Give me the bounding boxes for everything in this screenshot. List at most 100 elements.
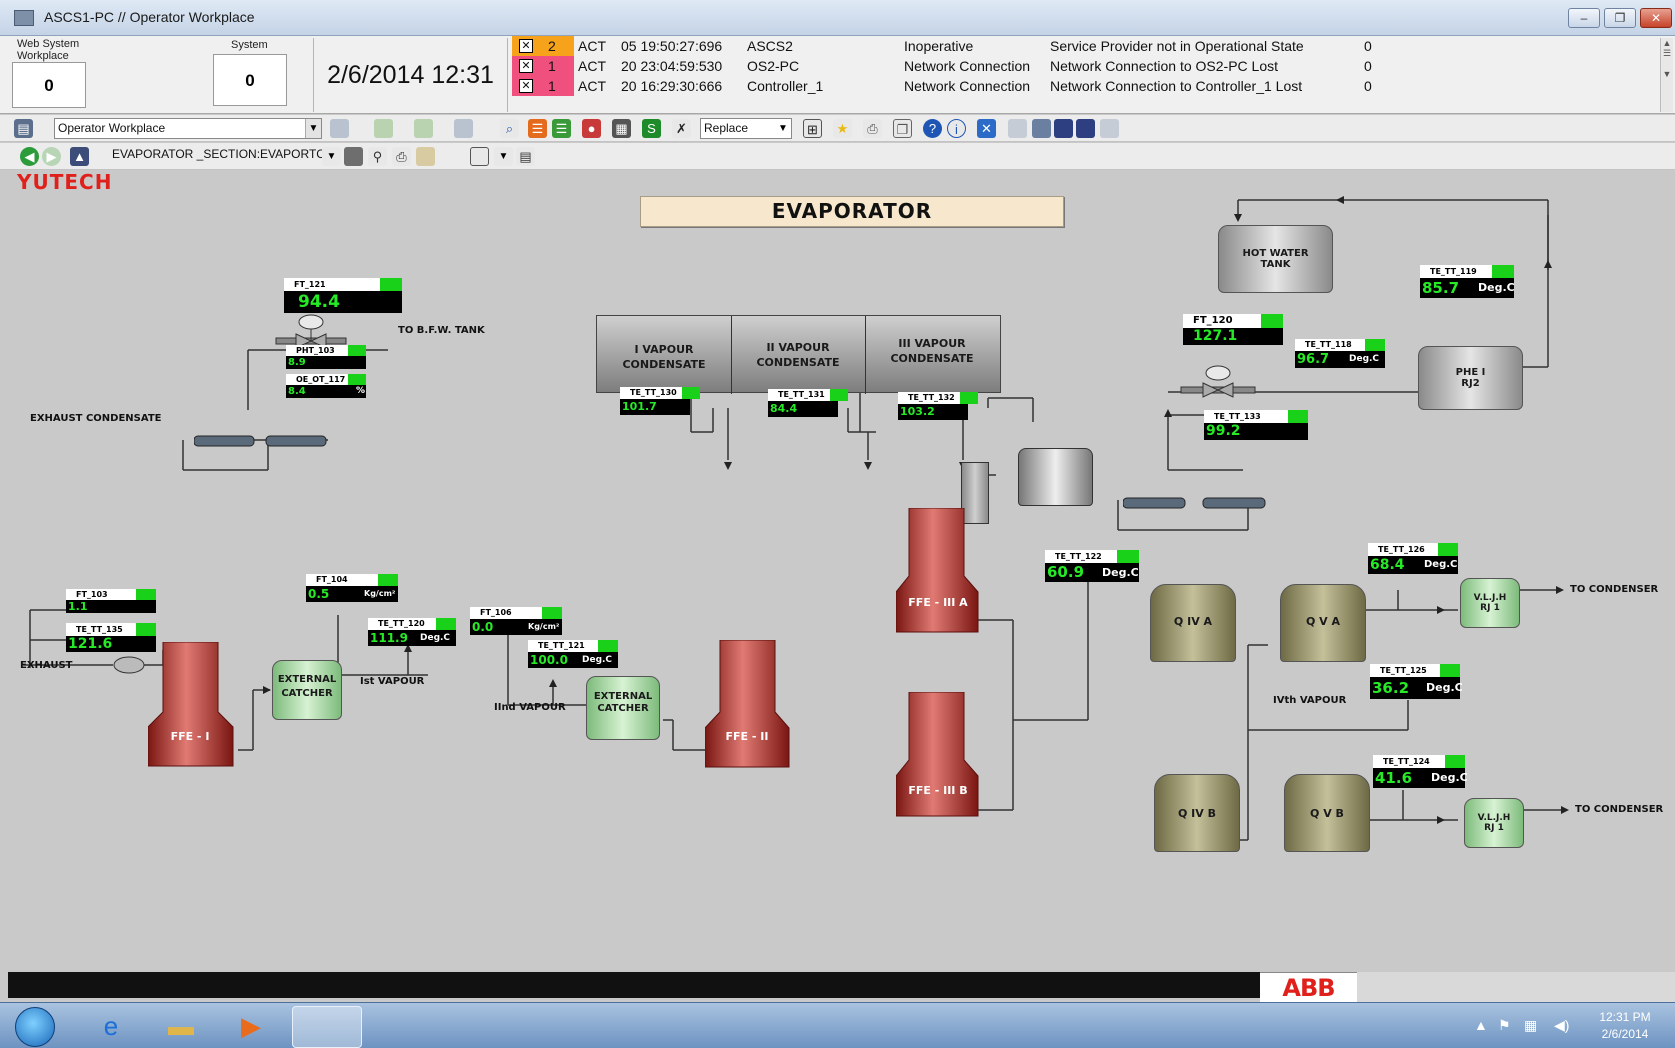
tag-name: TE_TT_121 <box>528 640 598 652</box>
vljh-2-label: V.L.J.H RJ 1 <box>1477 813 1511 833</box>
graphic-icon[interactable] <box>374 119 393 138</box>
pin-icon[interactable]: ⚲ <box>368 147 387 166</box>
acknowledge-checkbox-icon[interactable]: ✕ <box>519 59 533 73</box>
window-title: ASCS1-PC // Operator Workplace <box>44 9 255 25</box>
layout-icon[interactable]: ⊞ <box>803 119 822 138</box>
ffe-3b-vessel[interactable]: FFE - III B <box>896 692 980 817</box>
alarm-scrollbar[interactable]: ▲ ☰ ▼ <box>1660 38 1673 112</box>
forward-icon[interactable]: ▶ <box>42 147 61 166</box>
object-path[interactable]: EVAPORATOR _SECTION:EVAPORTC <box>112 147 325 161</box>
alarm-list[interactable]: ✕ 2 ACT 05 19:50:27:696 ASCS2 Inoperative… <box>512 36 1662 114</box>
history-back-icon[interactable] <box>330 119 349 138</box>
back-icon[interactable]: ◀ <box>20 147 39 166</box>
close-window-icon[interactable]: ✕ <box>977 119 996 138</box>
ffe-3a-vessel[interactable]: FFE - III A <box>896 508 980 633</box>
chevron-down-icon[interactable]: ▼ <box>322 147 341 166</box>
q4b-vessel[interactable]: Q IV B <box>1154 774 1240 852</box>
external-catcher-2[interactable]: EXTERNAL CATCHER <box>586 676 660 740</box>
system-counter[interactable]: 0 <box>213 54 287 106</box>
server-gray-icon[interactable] <box>1008 119 1027 138</box>
start-button[interactable] <box>15 1007 55 1047</box>
favorite-star-icon[interactable]: ★ <box>833 119 852 138</box>
help-icon[interactable]: ? <box>923 119 942 138</box>
chevron-down-icon[interactable]: ▼ <box>494 147 513 166</box>
status-indicator <box>136 589 156 600</box>
alarm-message: Network Connection to Controller_1 Lost <box>1050 78 1303 94</box>
window-icon[interactable] <box>470 147 489 166</box>
tag-value: 103.2 <box>898 404 968 420</box>
minimize-button[interactable]: – <box>1568 8 1600 28</box>
alarm-row[interactable]: ✕ 1 ACT 20 16:29:30:666 Controller_1 Netw… <box>512 76 1662 96</box>
search-icon[interactable]: ⌕ <box>500 119 519 138</box>
chevron-down-icon[interactable]: ▼ <box>775 119 791 138</box>
workplace-menu-icon[interactable]: ▤ <box>14 119 33 138</box>
s-icon[interactable]: S <box>642 119 661 138</box>
print-icon[interactable]: ⎙ <box>863 119 882 138</box>
print-icon[interactable]: ⎙ <box>392 147 411 166</box>
tag-name: FT_121 <box>284 278 380 291</box>
toolbar-main: ▤ Operator Workplace ▼ ⌕ ☰ ☰ ● ▦ S ✗ Repl… <box>0 115 1675 142</box>
taskbar-clock[interactable]: 12:31 PM 2/6/2014 <box>1585 1009 1665 1043</box>
tag-name: TE_TT_122 <box>1045 550 1117 563</box>
tag-name: FT_103 <box>66 589 136 600</box>
alarm-category: Network Connection <box>904 78 1031 94</box>
ffe-2-vessel[interactable]: FFE - II <box>705 640 791 768</box>
internet-explorer-icon[interactable]: e <box>92 1009 130 1043</box>
document-icon[interactable]: ▤ <box>516 147 535 166</box>
status-indicator <box>1440 664 1460 677</box>
q4a-vessel[interactable]: Q IV A <box>1150 584 1236 662</box>
info-icon[interactable]: i <box>947 119 966 138</box>
vapour-condensate-tank[interactable]: I VAPOUR CONDENSATE II VAPOUR CONDENSATE… <box>596 315 1001 394</box>
system-label: System <box>231 39 268 51</box>
tools-icon[interactable]: ✗ <box>672 119 691 138</box>
acknowledge-checkbox-icon[interactable]: ✕ <box>519 39 533 53</box>
show-hidden-icons-icon[interactable]: ▲ <box>1474 1017 1488 1033</box>
q5a-label: Q V A <box>1305 615 1341 628</box>
network-icon[interactable] <box>1032 119 1051 138</box>
object-icon[interactable] <box>344 147 363 166</box>
clock-date: 2/6/2014 <box>1601 1027 1649 1041</box>
hot-water-tank[interactable]: HOT WATER TANK <box>1218 225 1333 293</box>
media-player-icon[interactable]: ▶ <box>232 1009 270 1043</box>
q5a-vessel[interactable]: Q V A <box>1280 584 1366 662</box>
phe-exchanger[interactable]: PHE I RJ2 <box>1418 346 1523 410</box>
operator-workplace-task[interactable] <box>292 1006 362 1048</box>
display-icon[interactable]: ▲ <box>70 147 89 166</box>
report-icon[interactable]: ▦ <box>612 119 631 138</box>
tag-ft121[interactable]: FT_121 94.4 <box>284 278 402 314</box>
chevron-down-icon[interactable]: ▼ <box>305 119 321 138</box>
app-icon <box>14 10 34 26</box>
q5b-vessel[interactable]: Q V B <box>1284 774 1370 852</box>
list-icon[interactable] <box>454 119 473 138</box>
web-workplace-counter[interactable]: 0 <box>12 62 86 108</box>
action-center-icon[interactable]: ⚑ <box>1498 1017 1511 1034</box>
replace-select[interactable]: Replace ▼ <box>700 118 792 139</box>
external-catcher-1[interactable]: EXTERNAL CATCHER <box>272 660 342 720</box>
copy-window-icon[interactable]: ❐ <box>893 119 912 138</box>
folder-icon[interactable]: ▬ <box>162 1009 200 1043</box>
tag-value: 1.1 <box>66 600 156 613</box>
tag-unit: Deg.C <box>1426 681 1463 694</box>
volume-icon[interactable]: ◀) <box>1554 1017 1569 1034</box>
vljh-heater-2[interactable]: V.L.J.H RJ 1 <box>1464 798 1524 848</box>
alarm-row[interactable]: ✕ 1 ACT 20 23:04:59:530 OS2-PC Network Co… <box>512 56 1662 76</box>
folder-icon[interactable] <box>416 147 435 166</box>
alarm-count: 0 <box>1364 58 1372 74</box>
trend-icon[interactable] <box>414 119 433 138</box>
acknowledge-checkbox-icon[interactable]: ✕ <box>519 79 533 93</box>
close-button[interactable]: ✕ <box>1640 8 1672 28</box>
restore-button[interactable]: ❐ <box>1604 8 1636 28</box>
workplace-select[interactable]: Operator Workplace ▼ <box>54 118 322 139</box>
ffe-1-vessel[interactable]: FFE - I <box>148 642 238 767</box>
database-icon[interactable] <box>1054 119 1073 138</box>
event-list-icon[interactable]: ☰ <box>552 119 571 138</box>
database-sync-icon[interactable] <box>1076 119 1095 138</box>
alarm-row[interactable]: ✕ 2 ACT 05 19:50:27:696 ASCS2 Inoperative… <box>512 36 1662 56</box>
alarm-list-icon[interactable]: ☰ <box>528 119 547 138</box>
network-icon[interactable]: ▦ <box>1524 1017 1537 1034</box>
database-gray-icon[interactable] <box>1100 119 1119 138</box>
ffe-3a-label: FFE - III A <box>908 596 968 609</box>
vljh-heater-1[interactable]: V.L.J.H RJ 1 <box>1460 578 1520 628</box>
tag-unit: % <box>356 386 366 396</box>
alarm-bell-icon[interactable]: ● <box>582 119 601 138</box>
